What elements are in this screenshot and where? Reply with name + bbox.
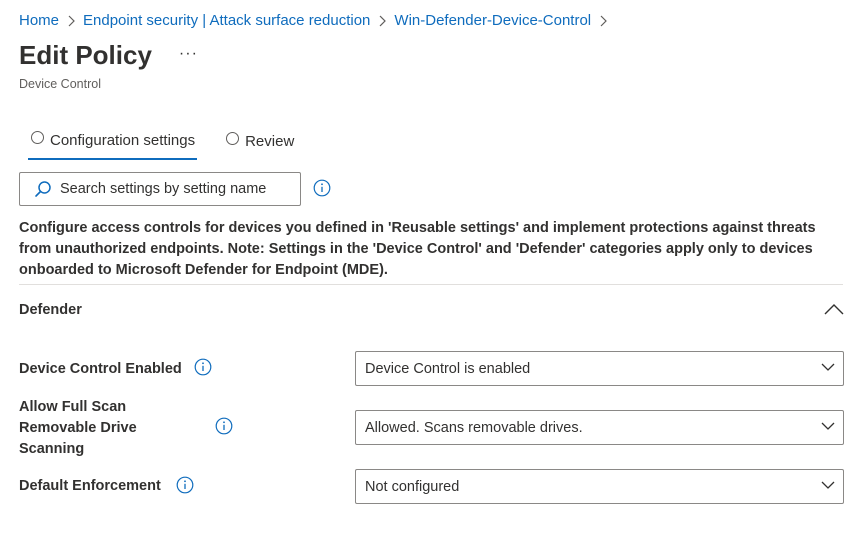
tab-configuration-settings[interactable]: Configuration settings	[28, 122, 198, 160]
default-enforcement-dropdown[interactable]: Not configured	[355, 469, 844, 504]
dropdown-selected-value: Not configured	[365, 478, 460, 495]
tab-review[interactable]: Review	[226, 122, 294, 160]
chevron-down-icon	[821, 422, 835, 431]
info-icon[interactable]	[176, 476, 194, 494]
chevron-up-icon[interactable]	[824, 303, 844, 315]
setting-label-allow-full-scan-removable-drive-scanning: Allow Full Scan Removable Drive Scanning	[19, 399, 137, 457]
info-icon[interactable]	[194, 358, 212, 376]
chevron-down-icon	[821, 481, 835, 490]
search-input[interactable]	[60, 181, 290, 197]
allow-full-scan-removable-drive-dropdown[interactable]: Allowed. Scans removable drives.	[355, 410, 844, 445]
chevron-right-icon	[378, 15, 387, 27]
breadcrumb: Home Endpoint security | Attack surface …	[19, 12, 615, 29]
page-title: Edit Policy	[19, 40, 152, 70]
info-icon[interactable]	[215, 417, 233, 435]
search-icon	[35, 181, 51, 197]
tab-label: Review	[245, 132, 295, 150]
section-divider	[19, 284, 843, 285]
title-row: Edit Policy ···	[19, 40, 198, 71]
breadcrumb-policy[interactable]: Win-Defender-Device-Control	[394, 12, 591, 29]
search-info-icon[interactable]	[313, 179, 331, 197]
chevron-down-icon	[821, 363, 835, 372]
radio-circle-icon	[31, 130, 44, 144]
wizard-tabs: Configuration settings Review	[28, 122, 294, 160]
radio-circle-icon	[226, 131, 240, 145]
page-subtitle: Device Control	[19, 77, 101, 91]
policy-description: Configure access controls for devices yo…	[19, 220, 816, 278]
setting-label-default-enforcement: Default Enforcement	[19, 478, 161, 494]
chevron-right-icon	[599, 15, 607, 27]
chevron-right-icon	[67, 15, 75, 27]
device-control-enabled-dropdown[interactable]: Device Control is enabled	[355, 351, 844, 386]
dropdown-selected-value: Allowed. Scans removable drives.	[365, 419, 583, 436]
breadcrumb-attack-surface-reduction[interactable]: Endpoint security | Attack surface reduc…	[83, 12, 370, 29]
setting-label-device-control-enabled: Device Control Enabled	[19, 361, 182, 377]
search-box[interactable]	[19, 172, 301, 206]
breadcrumb-home[interactable]: Home	[19, 12, 59, 29]
tab-label: Configuration settings	[50, 131, 196, 149]
more-options-button[interactable]: ···	[179, 45, 198, 63]
dropdown-selected-value: Device Control is enabled	[365, 360, 531, 377]
section-title-defender: Defender	[19, 302, 82, 318]
